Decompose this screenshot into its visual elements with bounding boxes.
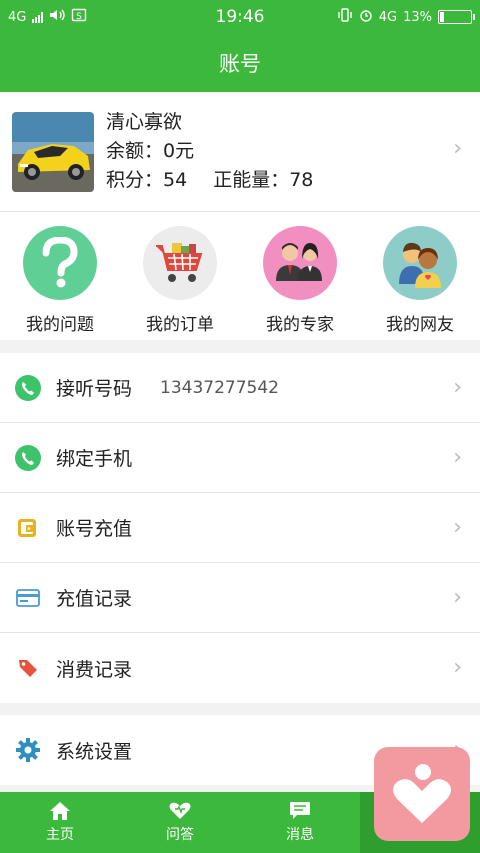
title-bar: 账号 — [0, 34, 480, 92]
volume-icon — [49, 8, 66, 26]
question-icon — [23, 226, 97, 300]
menu-row-spending-history[interactable]: 消费记录 › — [0, 633, 480, 703]
profile-energy: 正能量：78 — [213, 169, 314, 191]
menu-label: 接听号码 — [56, 378, 133, 400]
profile-points: 积分：54 — [106, 169, 188, 191]
menu-label: 充值记录 — [56, 588, 133, 610]
experts-icon — [263, 226, 337, 300]
phone-icon — [14, 374, 42, 402]
chevron-right-icon: › — [453, 655, 462, 680]
cart-icon — [143, 226, 217, 300]
menu-label: 消费记录 — [56, 658, 133, 681]
tab-qa[interactable]: 问答 — [120, 792, 240, 853]
quick-link-my-orders[interactable]: 我的订单 — [120, 212, 240, 340]
network-type-right: 4G — [378, 9, 398, 25]
quick-link-label: 我的问题 — [26, 315, 94, 335]
menu-row-bind-phone[interactable]: 绑定手机 › — [0, 423, 480, 493]
heart-person-icon — [393, 764, 451, 823]
quick-links: 我的问题 我的订单 我的专家 我的网友 — [0, 212, 480, 340]
quick-link-my-questions[interactable]: 我的问题 — [0, 212, 120, 340]
tab-messages[interactable]: 消息 — [240, 792, 360, 853]
quick-link-label: 我的网友 — [386, 315, 454, 335]
tab-home[interactable]: 主页 — [0, 792, 120, 853]
menu-label: 系统设置 — [56, 740, 133, 763]
chevron-right-icon: › — [453, 375, 462, 400]
tag-icon — [14, 654, 42, 682]
chevron-right-icon: › — [453, 445, 462, 470]
phone-icon — [14, 444, 42, 472]
chevron-right-icon: › — [453, 585, 462, 610]
menu-row-answer-number[interactable]: 接听号码 13437277542 › — [0, 353, 480, 423]
menu-label: 账号充值 — [56, 518, 133, 540]
profile-stats: 积分：54 正能量：78 — [106, 166, 313, 195]
quick-link-my-friends[interactable]: 我的网友 — [360, 212, 480, 340]
avatar — [12, 111, 94, 192]
profile-name: 清心寡欲 — [106, 111, 183, 133]
alarm-icon — [359, 8, 373, 26]
chevron-right-icon: › — [453, 515, 462, 540]
status-bar: 4G S 19:46 4G 13% — [0, 0, 480, 34]
quick-link-label: 我的订单 — [146, 315, 214, 335]
page-title: 账号 — [219, 52, 261, 76]
friends-icon — [383, 226, 457, 300]
menu-row-recharge[interactable]: 账号充值 › — [0, 493, 480, 563]
vibrate-icon — [337, 8, 353, 26]
heart-chat-icon — [169, 802, 191, 819]
answer-number-value: 13437277542 — [160, 377, 279, 398]
signal-icon — [32, 11, 44, 23]
network-type-left: 4G — [8, 9, 27, 25]
message-icon — [290, 802, 310, 819]
sim-icon: S — [71, 8, 87, 26]
status-left: 4G S — [8, 8, 87, 26]
chevron-right-icon: › — [453, 136, 462, 161]
battery-icon — [438, 10, 475, 24]
profile-card[interactable]: 清心寡欲 余额：0元 积分：54 正能量：78 › — [0, 92, 480, 212]
profile-info: 清心寡欲 余额：0元 积分：54 正能量：78 — [106, 108, 313, 195]
wallet-icon — [14, 514, 42, 542]
floating-help-button[interactable] — [374, 747, 470, 841]
account-menu: 接听号码 13437277542 › 绑定手机 › 账号充值 › 充值记录 › … — [0, 353, 480, 703]
tab-label: 消息 — [286, 827, 314, 843]
tab-label: 主页 — [46, 827, 74, 843]
tab-label: 问答 — [166, 827, 194, 843]
status-right: 4G 13% — [337, 8, 475, 26]
svg-text:S: S — [77, 12, 83, 22]
menu-row-recharge-history[interactable]: 充值记录 › — [0, 563, 480, 633]
home-icon — [50, 802, 70, 820]
battery-text: 13% — [403, 9, 432, 25]
quick-link-label: 我的专家 — [266, 315, 334, 335]
quick-link-my-experts[interactable]: 我的专家 — [240, 212, 360, 340]
card-icon — [14, 584, 42, 612]
menu-label: 绑定手机 — [56, 448, 133, 470]
gear-icon — [14, 736, 42, 764]
profile-balance: 余额：0元 — [106, 140, 195, 162]
